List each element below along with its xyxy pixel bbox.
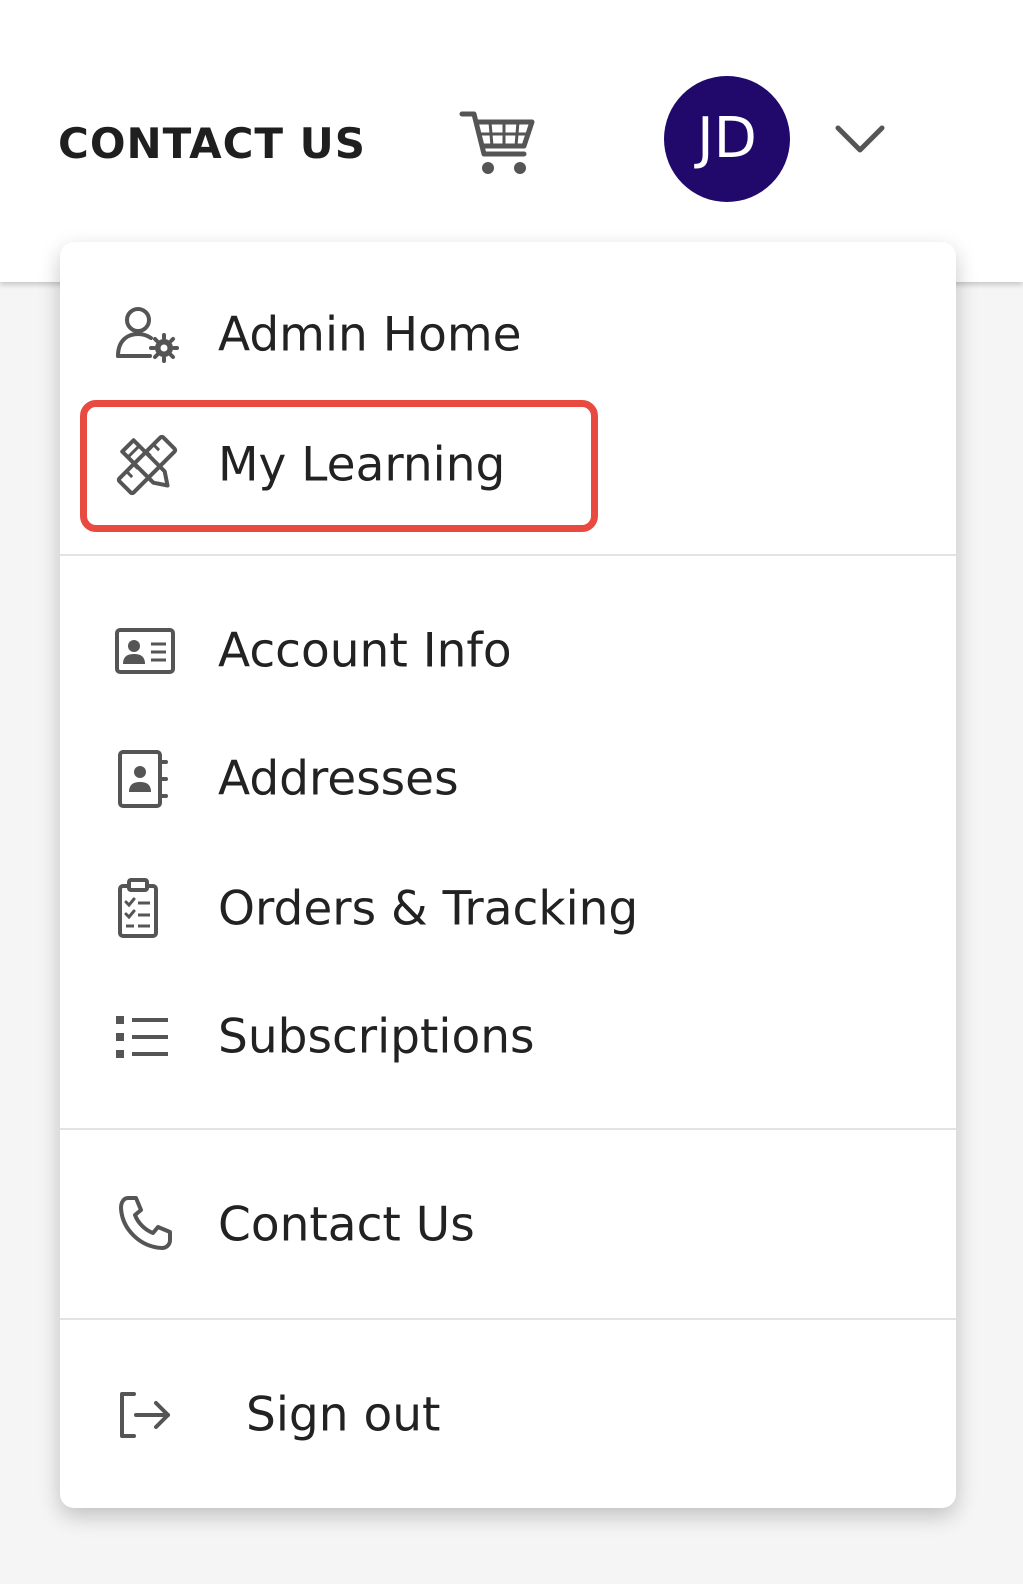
pencil-ruler-icon — [114, 432, 180, 498]
menu-item-contact-us[interactable]: Contact Us — [60, 1170, 956, 1280]
menu-item-label: My Learning — [218, 437, 506, 493]
menu-item-my-learning[interactable]: My Learning — [60, 410, 956, 520]
menu-divider — [60, 1318, 956, 1320]
clipboard-list-icon — [114, 876, 180, 942]
menu-item-label: Contact Us — [218, 1197, 475, 1253]
menu-divider — [60, 1128, 956, 1130]
address-book-icon — [114, 746, 180, 812]
menu-item-addresses[interactable]: Addresses — [60, 724, 956, 834]
account-dropdown-menu: Admin Home My Learning Account Info Addr… — [60, 242, 956, 1508]
menu-item-admin-home[interactable]: Admin Home — [60, 280, 956, 390]
id-card-icon — [114, 618, 180, 684]
menu-item-label: Addresses — [218, 751, 459, 807]
menu-item-label: Sign out — [246, 1387, 441, 1443]
menu-item-label: Account Info — [218, 623, 512, 679]
list-icon — [114, 1004, 180, 1070]
contact-us-link[interactable]: CONTACT US — [58, 116, 366, 172]
menu-item-subscriptions[interactable]: Subscriptions — [60, 982, 956, 1092]
sign-out-icon — [114, 1382, 180, 1448]
menu-item-label: Subscriptions — [218, 1009, 535, 1065]
user-gear-icon — [114, 302, 180, 368]
menu-divider — [60, 554, 956, 556]
top-header: CONTACT US JD — [0, 0, 1023, 282]
menu-item-sign-out[interactable]: Sign out — [60, 1360, 956, 1470]
menu-item-label: Admin Home — [218, 307, 522, 363]
menu-item-orders-tracking[interactable]: Orders & Tracking — [60, 854, 956, 964]
avatar[interactable]: JD — [664, 76, 790, 202]
chevron-down-icon[interactable] — [832, 118, 888, 162]
phone-icon — [114, 1192, 180, 1258]
cart-icon[interactable] — [458, 106, 538, 178]
menu-item-account-info[interactable]: Account Info — [60, 596, 956, 706]
menu-item-label: Orders & Tracking — [218, 881, 639, 937]
